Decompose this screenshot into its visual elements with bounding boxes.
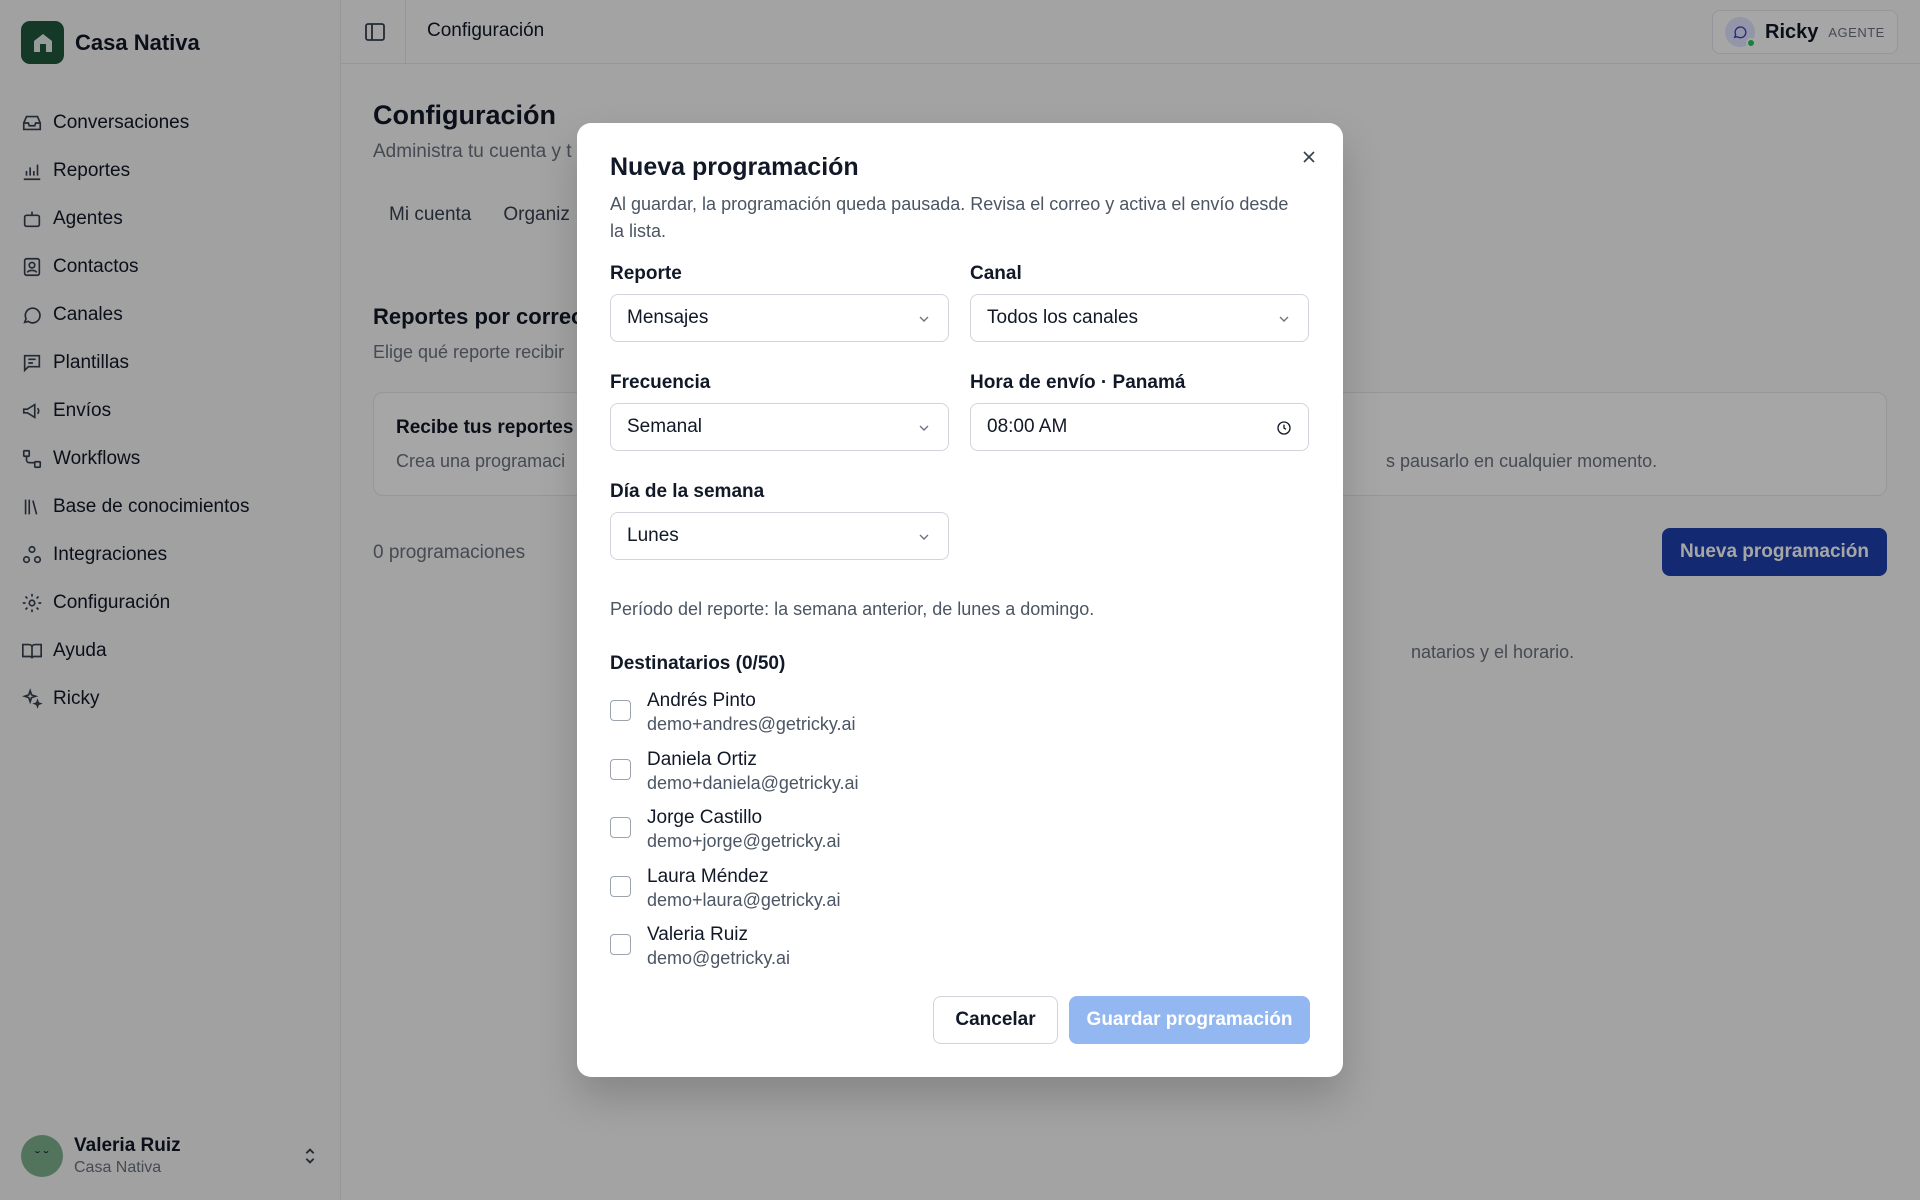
dialog-title: Nueva programación xyxy=(610,153,859,181)
channel-value: Todos los canales xyxy=(987,307,1139,328)
send-time-label: Hora de envío · Panamá xyxy=(970,372,1186,393)
frequency-select[interactable]: Semanal xyxy=(610,403,949,451)
chevron-down-icon xyxy=(919,534,929,540)
recipient-email: demo+daniela@getricky.ai xyxy=(647,772,859,793)
clock-icon xyxy=(1277,421,1291,435)
recipient-email: demo+laura@getricky.ai xyxy=(647,889,841,910)
weekday-label: Día de la semana xyxy=(610,481,765,502)
weekday-value: Lunes xyxy=(627,525,679,546)
dialog-description: Al guardar, la programación queda pausad… xyxy=(610,194,1289,241)
channel-label: Canal xyxy=(970,263,1022,284)
recipient-name: Andrés Pinto xyxy=(647,690,756,711)
report-value: Mensajes xyxy=(627,307,709,328)
recipient-checkbox[interactable] xyxy=(610,700,631,721)
recipient-name: Valeria Ruiz xyxy=(647,924,749,945)
send-time-value: 08:00 AM xyxy=(987,416,1068,437)
recipients-label: Destinatarios (0/50) xyxy=(610,653,786,674)
send-time-input[interactable]: 08:00 AM xyxy=(970,403,1309,451)
list-item[interactable]: Daniela Ortiz demo+daniela@getricky.ai xyxy=(610,749,1210,808)
recipient-email: demo@getricky.ai xyxy=(647,948,790,968)
recipient-name: Laura Méndez xyxy=(647,865,769,887)
save-schedule-button[interactable]: Guardar programación xyxy=(1069,996,1310,1044)
frequency-value: Semanal xyxy=(627,416,702,437)
frequency-label: Frecuencia xyxy=(610,372,711,393)
report-label: Reporte xyxy=(610,263,682,284)
close-icon[interactable] xyxy=(1295,143,1323,171)
recipient-email: demo+jorge@getricky.ai xyxy=(647,831,841,851)
cancel-button[interactable]: Cancelar xyxy=(933,996,1058,1044)
chevron-down-icon xyxy=(1279,316,1289,322)
channel-select[interactable]: Todos los canales xyxy=(970,294,1309,342)
list-item[interactable]: Jorge Castillo demo+jorge@getricky.ai xyxy=(610,807,1210,866)
list-item[interactable]: Andrés Pinto demo+andres@getricky.ai xyxy=(610,690,1210,749)
weekday-select[interactable]: Lunes xyxy=(610,512,949,560)
chevron-down-icon xyxy=(919,316,929,322)
recipient-checkbox[interactable] xyxy=(610,817,631,838)
list-item[interactable]: Laura Méndez demo+laura@getricky.ai xyxy=(610,866,1210,925)
recipient-checkbox[interactable] xyxy=(610,934,631,955)
report-select[interactable]: Mensajes xyxy=(610,294,949,342)
recipient-checkbox[interactable] xyxy=(610,875,631,897)
recipient-email: demo+andres@getricky.ai xyxy=(647,714,856,734)
list-item[interactable]: Valeria Ruiz demo@getricky.ai xyxy=(610,924,1210,983)
chevron-down-icon xyxy=(919,425,929,431)
recipients-list: Andrés Pinto demo+andres@getricky.ai Dan… xyxy=(610,690,1210,983)
report-period-text: Período del reporte: la semana anterior,… xyxy=(610,599,1095,619)
recipient-name: Daniela Ortiz xyxy=(647,748,757,770)
new-schedule-dialog: Nueva programación Al guardar, la progra… xyxy=(577,123,1343,1077)
recipient-checkbox[interactable] xyxy=(610,758,631,780)
recipient-name: Jorge Castillo xyxy=(647,807,763,828)
